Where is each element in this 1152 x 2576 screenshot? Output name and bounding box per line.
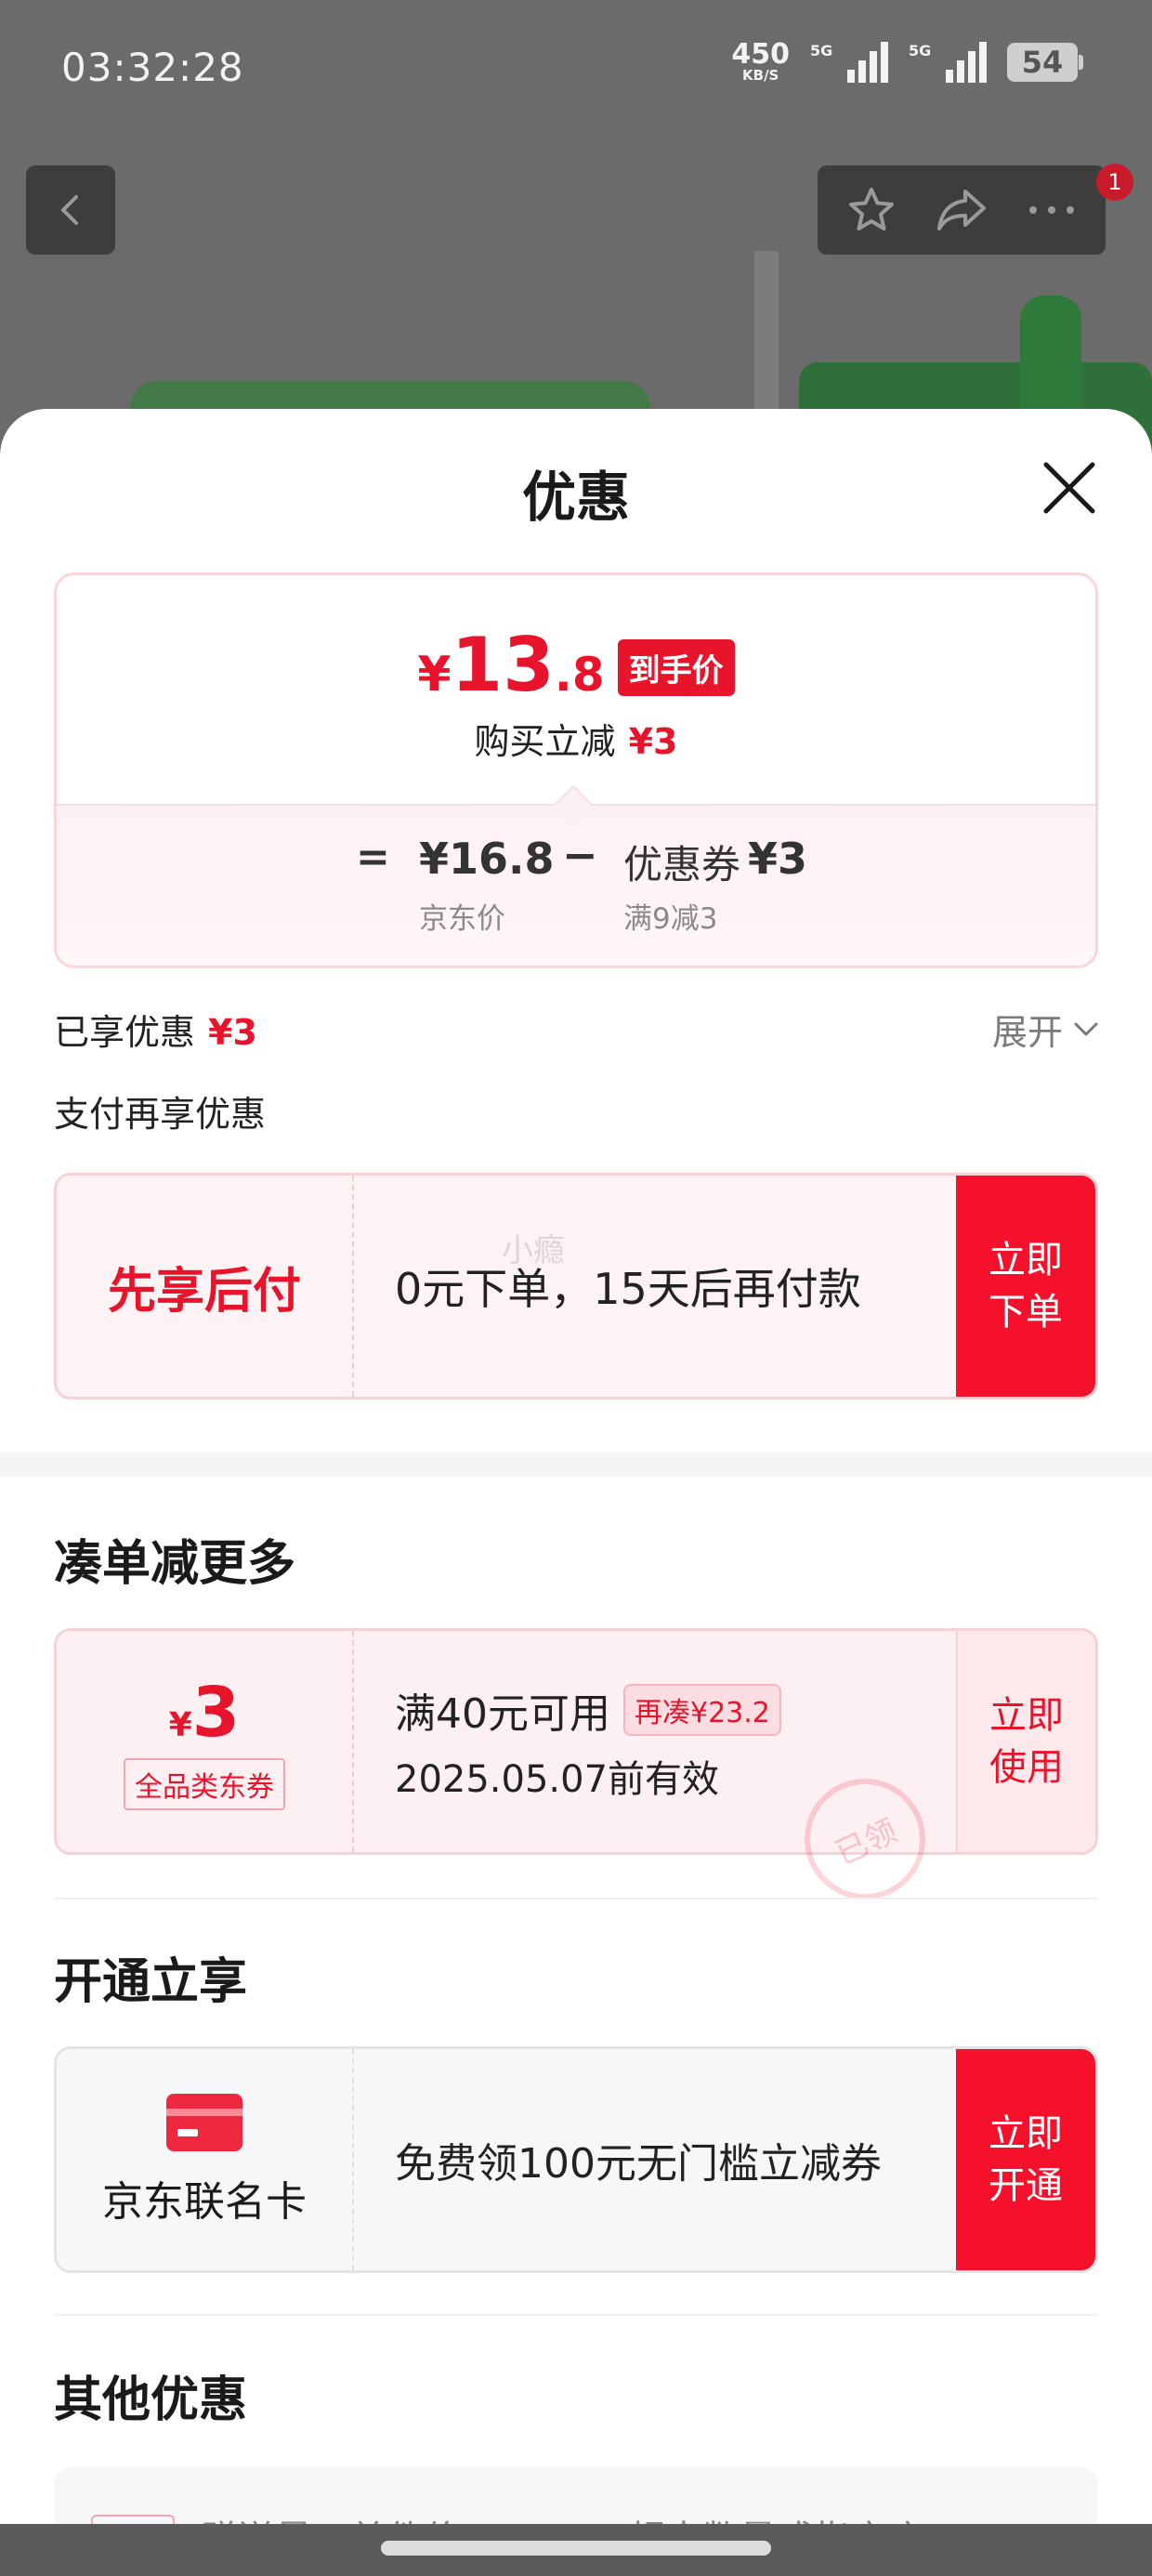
divider-line (54, 1898, 1098, 1899)
battery-icon: 54 (1007, 42, 1083, 82)
home-indicator[interactable] (381, 2541, 771, 2556)
coupon-rule: 满9减3 (623, 902, 718, 936)
coupon-condition-row: 满40元可用 再凑¥23.2 (395, 1680, 956, 1740)
divider-line-2 (54, 2314, 1098, 2316)
back-button[interactable] (26, 165, 115, 255)
share-icon (936, 190, 986, 230)
open-section-title: 开通立享 (54, 1954, 248, 2010)
open-now-line1: 立即 (988, 2112, 1063, 2155)
coupon-value-block: ¥3 全品类东券 (57, 1631, 354, 1852)
chevron-left-icon (61, 195, 78, 225)
base-price: ¥16.8 (419, 834, 555, 884)
store-coupon-offer: ¥3 全品类东券 满40元可用 再凑¥23.2 2025.05.07前有效 立即… (54, 1628, 1098, 1855)
section-divider (0, 1452, 1152, 1478)
coupon-number: 3 (191, 1673, 241, 1753)
star-icon (849, 188, 895, 230)
equals-sign: = (356, 834, 390, 881)
base-price-label: 京东价 (419, 902, 505, 936)
more-icon (1028, 206, 1074, 214)
final-price: ¥13.8 (417, 622, 604, 708)
coupon-currency: ¥ (168, 1706, 192, 1744)
enjoyed-amount: ¥3 (208, 1012, 257, 1053)
other-section-title: 其他优惠 (54, 2372, 248, 2428)
discount-sheet: 优惠 ¥13.8 到手价 购买立减 ¥3 = ¥16.8 京东价 − 优惠券 ¥3… (0, 409, 1152, 2576)
signal-icon-2: 5G (909, 41, 987, 83)
expand-toggle[interactable]: 展开 (992, 1004, 1100, 1055)
chevron-down-icon (1074, 1022, 1098, 1035)
coupon-label: 优惠券 (623, 842, 741, 887)
pay-later-description: 0元下单，15天后再付款 (395, 1264, 861, 1314)
enjoyed-discount: 已享优惠 ¥3 (54, 1004, 257, 1055)
price-summary-top: ¥13.8 到手价 购买立减 ¥3 (57, 575, 1095, 804)
coupon-type: 全品类东券 (124, 1758, 285, 1810)
status-indicators: 450 KB/S 5G 5G 54 (731, 41, 1083, 83)
notification-badge: 1 (1096, 164, 1133, 201)
cobrand-card-offer: 京东联名卡 免费领100元无门槛立减券 立即 开通 (54, 2046, 1098, 2273)
enjoyed-label: 已享优惠 (54, 1012, 196, 1053)
save-amount: ¥3 (628, 721, 678, 762)
cobrand-card-name: 京东联名卡 (102, 2178, 307, 2226)
cobrand-card-block: 京东联名卡 (57, 2049, 354, 2270)
share-button[interactable] (928, 177, 995, 243)
add-more-pill: 再凑¥23.2 (623, 1684, 781, 1736)
favorite-button[interactable] (838, 177, 905, 243)
pay-later-offer: 先享后付 0元下单，15天后再付款 立即 下单 (54, 1173, 1098, 1400)
final-price-integer: 13 (451, 622, 555, 708)
coupon-condition: 满40元可用 (395, 1690, 610, 1738)
price-breakdown: = ¥16.8 京东价 − 优惠券 ¥3 满9减3 (57, 804, 1095, 966)
watermark-text: 小瘾 (502, 1232, 565, 1269)
coupon-value: ¥3 (169, 1673, 241, 1753)
close-button[interactable] (1039, 457, 1100, 519)
coupon-amount: ¥3 (748, 834, 808, 884)
open-now-button[interactable]: 立即 开通 (956, 2049, 1095, 2270)
bundle-section-title: 凑单减更多 (54, 1536, 296, 1592)
use-now-line1: 立即 (989, 1694, 1064, 1737)
pay-section-title: 支付再享优惠 (54, 1094, 267, 1135)
network-speed-unit: KB/S (742, 67, 779, 84)
close-icon (1043, 462, 1095, 514)
status-time: 03:32:28 (61, 45, 244, 90)
credit-card-icon (166, 2094, 242, 2151)
top-action-group (818, 165, 1106, 255)
cobrand-card-description: 免费领100元无门槛立减券 (395, 2140, 882, 2188)
open-now-line2: 开通 (988, 2164, 1063, 2207)
network-speed-value: 450 (731, 38, 790, 71)
order-now-line2: 下单 (988, 1291, 1063, 1334)
status-bar: 03:32:28 450 KB/S 5G 5G 54 (0, 0, 1152, 139)
signal-icon: 5G (810, 41, 888, 83)
minus-sign: − (562, 830, 598, 880)
signal-label: 5G (810, 41, 833, 59)
price-summary-card: ¥13.8 到手价 购买立减 ¥3 = ¥16.8 京东价 − 优惠券 ¥3 满9… (54, 572, 1098, 968)
signal-label-2: 5G (909, 41, 932, 59)
final-price-tag: 到手价 (617, 639, 735, 696)
more-button[interactable] (1018, 177, 1085, 243)
order-now-button[interactable]: 立即 下单 (956, 1176, 1095, 1397)
final-price-row: ¥13.8 到手价 (57, 622, 1095, 708)
final-price-decimal: .8 (554, 648, 605, 702)
expand-label: 展开 (991, 1012, 1063, 1053)
save-label: 购买立减 (474, 721, 616, 762)
network-speed: 450 KB/S (731, 41, 790, 83)
use-now-line2: 使用 (989, 1746, 1064, 1789)
order-now-line1: 立即 (988, 1239, 1063, 1281)
save-row: 购买立减 ¥3 (57, 713, 1095, 764)
use-now-button[interactable]: 立即 使用 (956, 1631, 1095, 1852)
sheet-title: 优惠 (521, 466, 630, 529)
final-price-currency: ¥ (417, 647, 452, 703)
pay-later-label: 先享后付 (57, 1176, 354, 1397)
